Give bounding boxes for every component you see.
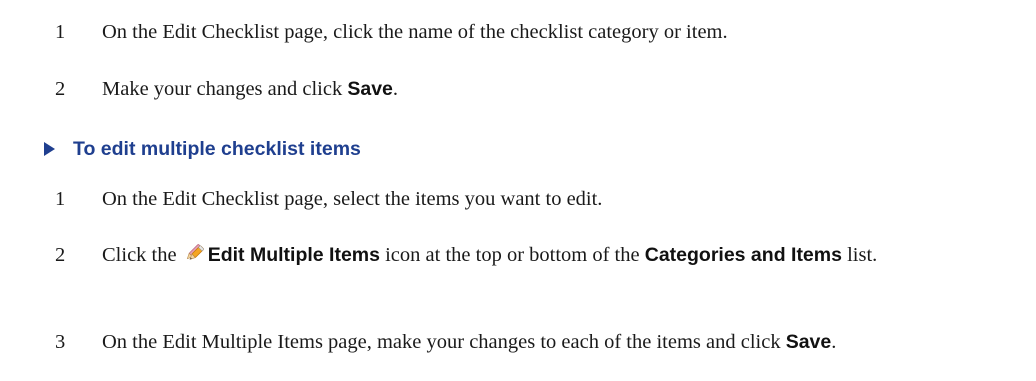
step-text: On the Edit Checklist page, click the na… xyxy=(102,17,1032,47)
step-number: 1 xyxy=(55,188,66,210)
step-text-after: . xyxy=(831,331,837,353)
step-text-before: Make your changes and click xyxy=(102,78,348,100)
step-text-content: On the Edit Checklist page, select the i… xyxy=(102,188,603,210)
step-number: 2 xyxy=(55,244,66,266)
ui-term-save: Save xyxy=(785,331,832,353)
procedure-title: To edit multiple checklist items xyxy=(73,138,361,160)
procedure-arrow-icon xyxy=(44,142,55,156)
ui-term-save: Save xyxy=(347,78,393,100)
step-text-before: Click the xyxy=(102,244,182,266)
step-number: 1 xyxy=(55,21,66,43)
procedure-heading: To edit multiple checklist items xyxy=(0,134,1036,164)
step-text-content: On the Edit Checklist page, click the na… xyxy=(102,21,728,43)
step-text-before: On the Edit Multiple Items page, make yo… xyxy=(102,331,786,353)
step-text: On the Edit Multiple Items page, make yo… xyxy=(102,327,1032,357)
edit-multiple-items-icon xyxy=(186,244,204,260)
ui-term-edit-multiple-items: Edit Multiple Items xyxy=(207,244,380,266)
step-text: Click the Edit Multiple Items icon at th… xyxy=(102,240,1032,270)
step-number: 3 xyxy=(55,331,66,353)
step-text: On the Edit Checklist page, select the i… xyxy=(102,184,1032,214)
step-text: Make your changes and click Save. xyxy=(102,74,1032,104)
step-number: 2 xyxy=(55,78,66,100)
step-text-after: . xyxy=(392,78,399,100)
ui-term-categories-and-items: Categories and Items xyxy=(644,244,842,266)
step-text-middle: icon at the top or bottom of the xyxy=(379,244,645,266)
step-text-after: list. xyxy=(841,244,878,266)
